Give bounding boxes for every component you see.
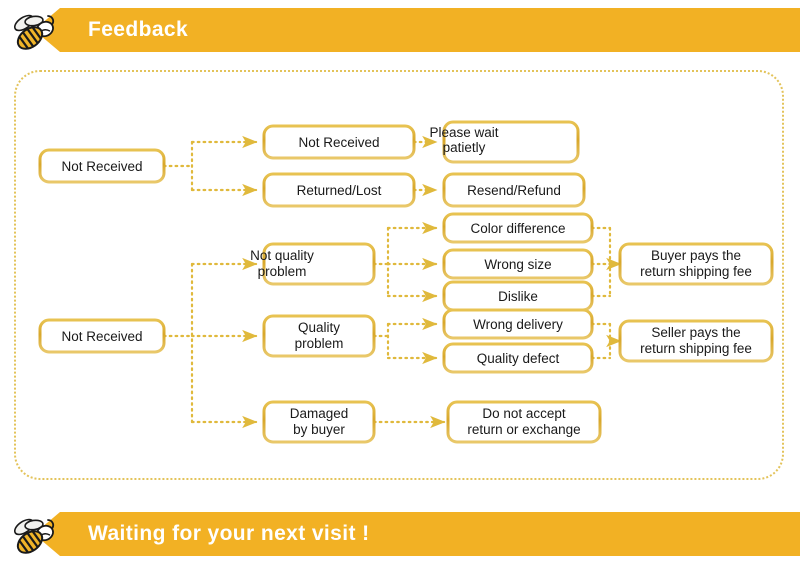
label-damaged-line2: by buyer (293, 422, 345, 437)
label-quality-problem-line2: problem (295, 336, 344, 351)
label-quality-defect: Quality defect (477, 351, 560, 366)
flowchart: Not Received Not Received Not Received R… (38, 120, 774, 444)
label-seller-pays-line1: Seller pays the (651, 325, 740, 340)
label-not-quality-line1: Not quality (250, 248, 314, 263)
label-please-wait-line2: patietly (443, 140, 486, 155)
label-do-not-accept-line2: return or exchange (467, 422, 580, 437)
label-please-wait-line1: Please wait (429, 125, 498, 140)
footer-banner: Waiting for your next visit ! (0, 512, 800, 556)
label-wrong-size: Wrong size (484, 257, 551, 272)
label-root1: Not Received (61, 159, 142, 174)
node-group (38, 120, 774, 444)
label-wrong-delivery: Wrong delivery (473, 317, 563, 332)
label-quality-problem-line1: Quality (298, 320, 340, 335)
flowchart-container: Not Received Not Received Not Received R… (14, 70, 784, 480)
label-do-not-accept-line1: Do not accept (482, 406, 566, 421)
label-returned-lost: Returned/Lost (297, 183, 382, 198)
header-watermark (610, 14, 770, 44)
header-title: Feedback (88, 18, 189, 41)
label-resend-refund: Resend/Refund (467, 183, 561, 198)
label-root2: Not Received (61, 329, 142, 344)
label-damaged-line1: Damaged (290, 406, 349, 421)
bee-icon (13, 518, 55, 554)
label-buyer-pays-line2: return shipping fee (640, 264, 752, 279)
label-buyer-pays-line1: Buyer pays the (651, 248, 741, 263)
label-not-received: Not Received (298, 135, 379, 150)
header-banner: Feedback (0, 8, 800, 52)
label-seller-pays-line2: return shipping fee (640, 341, 752, 356)
feedback-policy-page: Feedback Not Received Not Received Not R… (0, 0, 800, 573)
footer-title: Waiting for your next visit ! (88, 522, 370, 545)
label-color-difference: Color difference (470, 221, 565, 236)
label-not-quality-line2: problem (258, 264, 307, 279)
bee-icon (13, 14, 55, 50)
label-dislike: Dislike (498, 289, 538, 304)
